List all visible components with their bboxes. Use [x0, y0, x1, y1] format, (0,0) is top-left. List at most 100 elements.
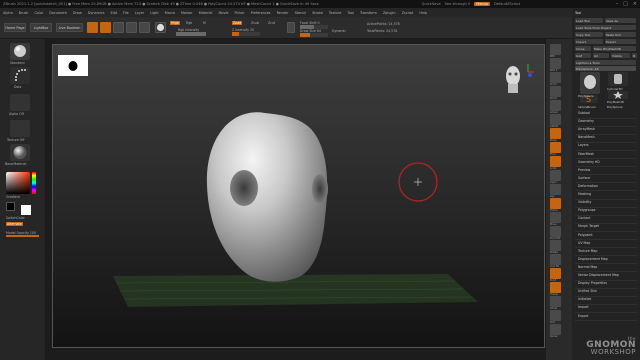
toolbar-button-spix-3[interactable]: SPix 3	[550, 58, 561, 72]
tool-section-geometry-hd[interactable]: Geometry HD	[578, 160, 600, 164]
dynamic-toggle[interactable]: Dynamic	[332, 29, 346, 33]
menu-item-macro[interactable]: Macro	[165, 11, 175, 15]
tool-section-deformation[interactable]: Deformation	[578, 184, 598, 188]
tool-section-display-properties[interactable]: Display Properties	[578, 281, 607, 285]
lightbox-tools-button[interactable]: Lightbox ▸ Tools	[575, 60, 636, 65]
texture-thumbnail[interactable]	[10, 120, 30, 137]
menu-item-picker[interactable]: Picker	[235, 11, 245, 15]
tool-thumb-polymesh[interactable]	[608, 91, 628, 99]
load-tool-button[interactable]: Load Tool	[575, 18, 603, 23]
toolbar-button-actual[interactable]: Actual	[550, 100, 561, 114]
document-canvas[interactable]	[52, 44, 545, 348]
move-mode-button[interactable]	[113, 22, 124, 33]
live-boolean-button[interactable]: Live Boolean	[56, 23, 83, 32]
menu-item-stencil[interactable]: Stencil	[295, 11, 306, 15]
toolbar-button-line-fill[interactable]: Line Fill	[550, 254, 561, 268]
tool-thumb-polysphere[interactable]	[580, 72, 600, 94]
menu-item-render[interactable]: Render	[277, 11, 289, 15]
material-thumbnail[interactable]	[10, 144, 30, 161]
toolbar-button-solo[interactable]: Solo	[550, 310, 561, 324]
goz-r-button[interactable]: R	[632, 53, 637, 58]
scale-mode-button[interactable]	[126, 22, 137, 33]
secondary-color-swatch[interactable]	[6, 202, 15, 211]
tool-section-initialize[interactable]: Initialize	[578, 297, 591, 301]
tool-section-morph-target[interactable]: Morph Target	[578, 224, 599, 228]
tool-section-unified-skin[interactable]: Unified Skin	[578, 289, 597, 293]
tool-section-displacement-map[interactable]: Displacement Map	[578, 257, 608, 261]
menu-item-dynamics[interactable]: Dynamics	[88, 11, 105, 15]
toolbar-button-bpr[interactable]: BPR	[550, 44, 561, 58]
tool-section-texture-map[interactable]: Texture Map	[578, 249, 597, 253]
zadd-toggle[interactable]: Zadd	[232, 21, 243, 25]
z-intensity-slider[interactable]	[232, 32, 260, 36]
edit-mode-button[interactable]	[87, 22, 98, 33]
minimize-icon[interactable]: –	[616, 1, 619, 7]
rgb-toggle[interactable]: Rgb	[186, 21, 192, 25]
alpha-thumbnail[interactable]	[10, 94, 30, 111]
menu-item-help[interactable]: Help	[419, 11, 427, 15]
tool-section-arraymesh[interactable]: ArrayMesh	[578, 127, 595, 131]
toolbar-button-xpose[interactable]: Xpose	[550, 324, 561, 338]
menu-item-alpha[interactable]: Alpha	[3, 11, 13, 15]
toolbar-button-persp[interactable]: Persp	[550, 128, 561, 142]
tool-section-polypaint[interactable]: Polypaint	[578, 233, 593, 237]
toolbar-button-transp[interactable]: Transp	[550, 282, 561, 296]
hue-strip[interactable]	[32, 172, 36, 194]
material-sphere-icon[interactable]	[155, 22, 166, 33]
tool-section-export[interactable]: Export	[578, 314, 588, 318]
copy-tool-button[interactable]: Copy Tool	[575, 32, 603, 37]
menu-item-preferences[interactable]: Preferences	[251, 11, 271, 15]
toolbar-button-move[interactable]: Move	[550, 212, 561, 226]
menu-item-layer[interactable]: Layer	[135, 11, 144, 15]
toolbar-button-gyz[interactable]: Gyz	[550, 184, 561, 198]
menu-item-texture[interactable]: Texture	[329, 11, 341, 15]
rgb-intensity-slider[interactable]	[176, 32, 206, 36]
focal-shift-icon[interactable]	[287, 22, 295, 33]
mrgb-toggle[interactable]: Mrgb	[170, 21, 181, 25]
menu-item-light[interactable]: Light	[150, 11, 158, 15]
save-as-button[interactable]: Save As	[605, 18, 636, 23]
tool-section-subtool[interactable]: Subtool	[578, 111, 590, 115]
goz-visible-button[interactable]: Visible	[611, 53, 630, 58]
close-icon[interactable]: ×	[633, 1, 637, 7]
menu-item-stroke[interactable]: Stroke	[312, 11, 323, 15]
m-toggle[interactable]: M	[203, 21, 206, 25]
load-from-project-button[interactable]: Load Tools From Project	[575, 25, 636, 30]
menu-item-tool[interactable]: Tool	[347, 11, 354, 15]
paste-tool-button[interactable]: Paste Tool	[605, 32, 636, 37]
tool-section-import[interactable]: Import	[578, 305, 589, 309]
tool-section-nanomesh[interactable]: NanoMesh	[578, 135, 595, 139]
tool-section-normal-map[interactable]: Normal Map	[578, 265, 597, 269]
tool-section-polygroups[interactable]: Polygroups	[578, 208, 595, 212]
import-button[interactable]: Import	[575, 39, 603, 44]
menu-item-edit[interactable]: Edit	[110, 11, 117, 15]
draw-mode-button[interactable]	[100, 22, 111, 33]
tool-section-preview[interactable]: Preview	[578, 168, 590, 172]
toolbar-button-ghost[interactable]: Ghost	[550, 296, 561, 310]
toolbar-button-zoom3d[interactable]: Zoom3D	[550, 226, 561, 240]
clone-button[interactable]: Clone	[575, 46, 591, 51]
alternate-button[interactable]: Alternate	[6, 222, 23, 226]
menu-item-brush[interactable]: Brush	[19, 11, 29, 15]
menu-item-marker[interactable]: Marker	[181, 11, 193, 15]
toolbar-button-rotate[interactable]: Rotate	[550, 240, 561, 254]
toolbar-button-local[interactable]: Local	[550, 156, 561, 170]
export-button[interactable]: Export	[605, 39, 636, 44]
tool-section-fibermesh[interactable]: FiberMesh	[578, 152, 594, 156]
see-through-slider[interactable]: See-through 0	[445, 2, 471, 6]
goz-button[interactable]: GoZ	[575, 53, 591, 58]
toolbar-button-frame[interactable]: Frame	[550, 198, 561, 212]
menu-item-zscript[interactable]: Zscript	[402, 11, 414, 15]
toolbar-button-zoom[interactable]: Zoom	[550, 86, 561, 100]
zcut-toggle[interactable]: Zcut	[268, 21, 275, 25]
menu-item-material[interactable]: Material	[199, 11, 213, 15]
tool-section-visibility[interactable]: Visibility	[578, 200, 591, 204]
tool-section-surface[interactable]: Surface	[578, 176, 590, 180]
menu-item-color[interactable]: Color	[34, 11, 43, 15]
rotate-mode-button[interactable]	[139, 22, 150, 33]
switch-color-button[interactable]: SwitchColor	[6, 216, 25, 220]
current-tool-slider[interactable]: PolySphere: 48	[575, 66, 636, 71]
tool-section-masking[interactable]: Masking	[578, 192, 591, 196]
menu-item-transform[interactable]: Transform	[360, 11, 377, 15]
default-zscript-button[interactable]: DefaultZScript	[494, 2, 520, 6]
